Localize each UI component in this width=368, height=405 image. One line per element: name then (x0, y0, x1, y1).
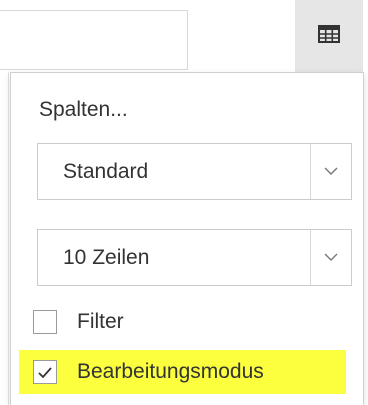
view-select[interactable]: Standard (37, 143, 352, 200)
chevron-down-icon (310, 230, 351, 285)
table-grid-icon (318, 25, 340, 48)
rows-per-page-select[interactable]: 10 Zeilen (37, 229, 352, 286)
edit-mode-toggle[interactable]: Bearbeitungsmodus (19, 350, 346, 394)
edit-mode-checkbox[interactable] (33, 360, 57, 384)
table-settings-button[interactable] (295, 0, 363, 73)
filter-checkbox[interactable] (33, 310, 57, 334)
table-left-edge (0, 72, 9, 405)
filter-label: Filter (77, 310, 124, 333)
page: Spalten... Standard 10 Zeilen Filter Bea… (0, 0, 368, 405)
chevron-down-icon (310, 144, 351, 199)
search-input[interactable] (0, 10, 188, 70)
table-settings-dropdown: Spalten... Standard 10 Zeilen Filter Bea… (10, 72, 364, 405)
filter-toggle[interactable]: Filter (33, 305, 124, 339)
columns-link[interactable]: Spalten... (39, 97, 128, 123)
rows-select-value: 10 Zeilen (63, 246, 150, 269)
checkmark-icon (38, 366, 52, 378)
edit-mode-label: Bearbeitungsmodus (77, 360, 264, 383)
view-select-value: Standard (63, 160, 149, 183)
